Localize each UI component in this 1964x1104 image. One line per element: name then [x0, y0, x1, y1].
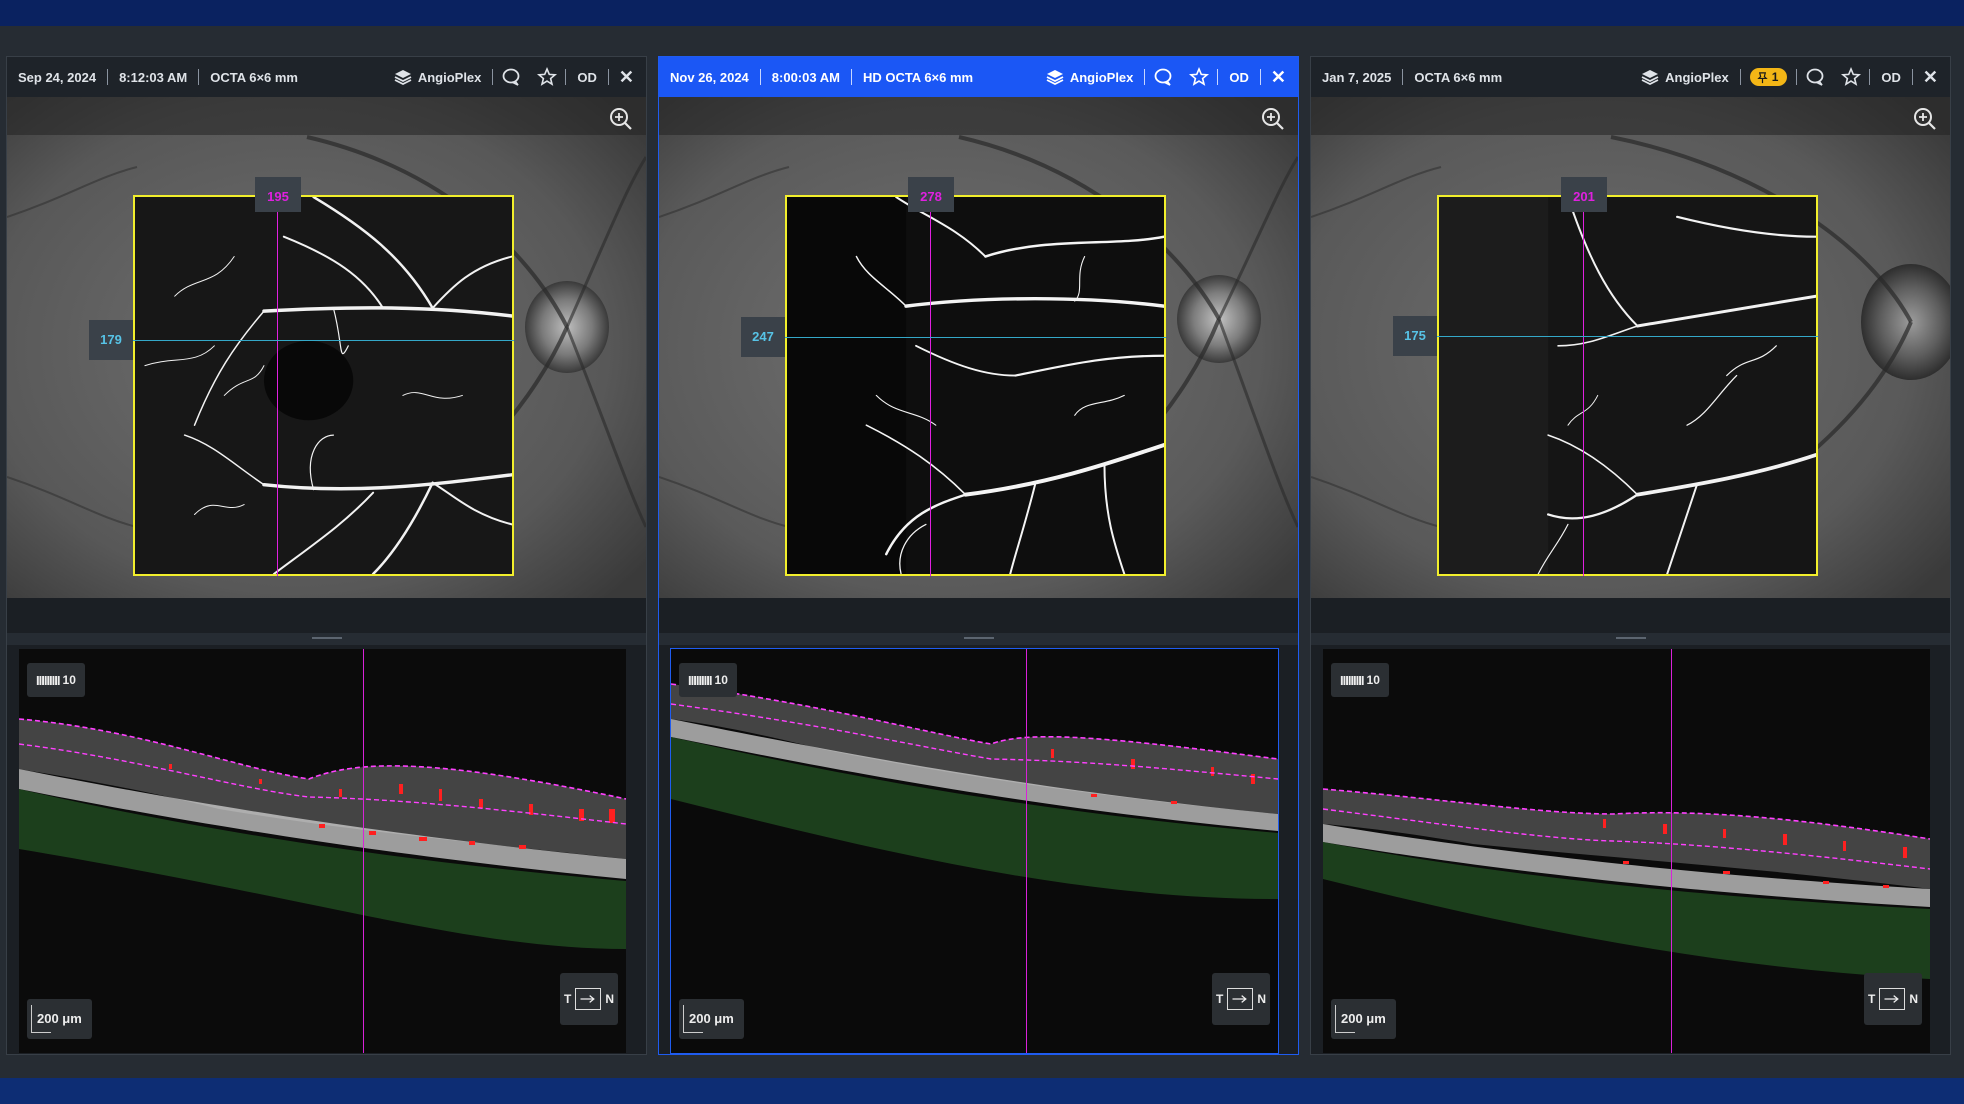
bscan-slice-line[interactable]: [363, 649, 364, 1053]
zoom-indicator[interactable]: IIIIIIIII 10: [1331, 663, 1389, 697]
panel-splitter[interactable]: [659, 633, 1298, 645]
bscan-slice-line[interactable]: [1671, 649, 1672, 1053]
zoom-value: 10: [714, 673, 728, 687]
zoom-ticks: IIIIIIIII: [1340, 672, 1364, 688]
zoom-ticks: IIIIIIIII: [36, 672, 60, 688]
module-button[interactable]: AngioPlex: [1663, 70, 1740, 85]
scan-time: 8:12:03 AM: [119, 69, 188, 85]
orientation-indicator: T N: [560, 973, 618, 1025]
scan-type: OCTA 6×6 mm: [1414, 69, 1503, 85]
zoom-search-icon[interactable]: [1260, 106, 1286, 132]
scan-panel-2[interactable]: Nov 26, 2024 8:00:03 AM HD OCTA 6×6 mm A…: [658, 56, 1299, 1055]
scale-label: 200 μm: [689, 1011, 734, 1026]
octa-angiogram[interactable]: [133, 195, 514, 576]
bscan-image: [19, 649, 626, 1053]
slice-horizontal-line[interactable]: [1437, 336, 1818, 337]
panel-splitter[interactable]: [7, 633, 646, 645]
scan-panel-1[interactable]: Sep 24, 2024 8:12:03 AM OCTA 6×6 mm Angi…: [6, 56, 647, 1055]
scan-date: Nov 26, 2024: [670, 69, 749, 85]
comment-icon[interactable]: [500, 66, 522, 88]
orientation-right: N: [1909, 992, 1918, 1006]
close-icon[interactable]: ✕: [1913, 67, 1950, 88]
star-icon[interactable]: [1188, 66, 1210, 88]
module-button[interactable]: AngioPlex: [416, 70, 493, 85]
comment-icon[interactable]: [1152, 66, 1174, 88]
panel-header: Jan 7, 2025 OCTA 6×6 mm AngioPlex 1 OD ✕: [1311, 57, 1950, 97]
star-icon[interactable]: [1840, 66, 1862, 88]
bscan-image: [1323, 649, 1930, 1053]
arrow-right-icon: [575, 988, 602, 1010]
slice-y-tag[interactable]: 179: [89, 320, 133, 360]
bscan-view[interactable]: IIIIIIIII 10 200 μm T N: [670, 648, 1279, 1054]
slice-x-tag[interactable]: 278: [908, 177, 954, 212]
bscan-slice-line[interactable]: [1026, 649, 1027, 1053]
orientation-left: T: [563, 992, 572, 1006]
stack-layers-icon: [392, 66, 414, 88]
bscan-image: [671, 649, 1278, 1053]
star-icon[interactable]: [536, 66, 558, 88]
top-band: [0, 0, 1964, 26]
zoom-indicator[interactable]: IIIIIIIII 10: [679, 663, 737, 697]
eye-label: OD: [1881, 69, 1901, 85]
slice-vertical-line[interactable]: [1583, 195, 1584, 576]
orientation-indicator: T N: [1212, 973, 1270, 1025]
bscan-view[interactable]: IIIIIIIII 10 200 μm T N: [1323, 649, 1930, 1053]
orientation-indicator: T N: [1864, 973, 1922, 1025]
bottom-band: [0, 1078, 1964, 1104]
pin-badge[interactable]: 1: [1749, 68, 1788, 86]
zoom-search-icon[interactable]: [1912, 106, 1938, 132]
scale-bar: 200 μm: [27, 999, 92, 1039]
slice-x-tag[interactable]: 201: [1561, 177, 1607, 212]
orientation-right: N: [605, 992, 614, 1006]
slice-y-tag[interactable]: 247: [741, 317, 785, 357]
module-button[interactable]: AngioPlex: [1068, 70, 1145, 85]
scale-bar: 200 μm: [1331, 999, 1396, 1039]
zoom-indicator[interactable]: IIIIIIIII 10: [27, 663, 85, 697]
bscan-view[interactable]: IIIIIIIII 10 200 μm T N: [19, 649, 626, 1053]
scale-bar: 200 μm: [679, 999, 744, 1039]
slice-x-tag[interactable]: 195: [255, 177, 301, 212]
fundus-view[interactable]: 195 179: [7, 97, 646, 598]
zoom-ticks: IIIIIIIII: [688, 672, 712, 688]
panel-header: Sep 24, 2024 8:12:03 AM OCTA 6×6 mm Angi…: [7, 57, 646, 97]
slice-vertical-line[interactable]: [930, 195, 931, 576]
octa-angiogram[interactable]: [1437, 195, 1818, 576]
slice-y-tag[interactable]: 175: [1393, 316, 1437, 356]
scan-date: Sep 24, 2024: [18, 69, 97, 85]
zoom-value: 10: [1366, 673, 1380, 687]
panel-splitter[interactable]: [1311, 633, 1950, 645]
scan-date: Jan 7, 2025: [1322, 69, 1392, 85]
scan-type: HD OCTA 6×6 mm: [862, 69, 974, 85]
slice-horizontal-line[interactable]: [785, 337, 1166, 338]
arrow-right-icon: [1879, 988, 1906, 1010]
zoom-search-icon[interactable]: [608, 106, 634, 132]
scale-label: 200 μm: [1341, 1011, 1386, 1026]
fundus-view[interactable]: 201 175: [1311, 97, 1950, 598]
stack-layers-icon: [1639, 66, 1661, 88]
eye-label: OD: [1229, 69, 1249, 85]
scan-time: 8:00:03 AM: [771, 69, 840, 85]
pin-count: 1: [1771, 70, 1779, 84]
close-icon[interactable]: ✕: [1261, 67, 1298, 88]
orientation-left: T: [1867, 992, 1876, 1006]
arrow-right-icon: [1227, 988, 1254, 1010]
orientation-left: T: [1215, 992, 1224, 1006]
pin-icon: [1757, 71, 1768, 83]
stack-layers-icon: [1044, 66, 1066, 88]
eye-label: OD: [577, 69, 597, 85]
comment-icon[interactable]: [1804, 66, 1826, 88]
close-icon[interactable]: ✕: [609, 67, 646, 88]
octa-angiogram[interactable]: [785, 195, 1166, 576]
scan-type: OCTA 6×6 mm: [210, 69, 298, 85]
scale-label: 200 μm: [37, 1011, 82, 1026]
zoom-value: 10: [62, 673, 76, 687]
panel-header: Nov 26, 2024 8:00:03 AM HD OCTA 6×6 mm A…: [659, 57, 1298, 97]
slice-vertical-line[interactable]: [277, 195, 278, 576]
slice-horizontal-line[interactable]: [133, 340, 514, 341]
scan-panel-3[interactable]: Jan 7, 2025 OCTA 6×6 mm AngioPlex 1 OD ✕: [1310, 56, 1951, 1055]
fundus-view[interactable]: 278 247: [659, 97, 1298, 598]
orientation-right: N: [1257, 992, 1266, 1006]
